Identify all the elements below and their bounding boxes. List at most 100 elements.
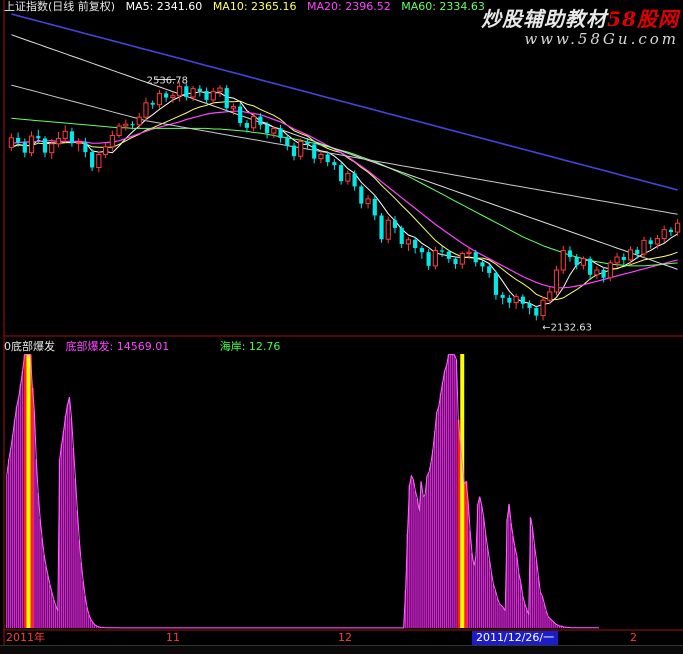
candle-body-down xyxy=(494,273,498,295)
indicator-bar xyxy=(88,615,89,628)
indicator-bar xyxy=(537,577,538,628)
indicator-bar xyxy=(422,497,423,628)
indicator-bar xyxy=(483,517,484,628)
candle-body-down xyxy=(258,117,262,125)
candle-body-up xyxy=(676,223,680,232)
indicator-bar xyxy=(16,407,17,628)
indicator-bar xyxy=(547,617,548,628)
indicator-bar xyxy=(496,598,497,628)
indicator-bar xyxy=(551,620,552,628)
indicator-bar xyxy=(53,600,54,628)
indicator-bar xyxy=(22,371,23,628)
candle-body-up xyxy=(231,106,235,108)
candle-body-down xyxy=(379,215,383,239)
coast-value: 海岸: 12.76 xyxy=(220,340,281,353)
indicator-bar xyxy=(61,444,62,628)
indicator-bar xyxy=(67,405,68,628)
indicator-name[interactable]: 0底部爆发 xyxy=(4,340,55,353)
indicator-bar xyxy=(493,585,494,628)
candle-body-down xyxy=(292,146,296,157)
candle-body-up xyxy=(103,147,107,155)
indicator-bar xyxy=(532,529,533,628)
candle-body-down xyxy=(164,93,168,97)
watermark: 炒股辅助教材58股网 www.58Gu.com xyxy=(481,3,679,48)
indicator-bar xyxy=(45,566,46,628)
indicator-bar xyxy=(72,448,73,628)
candle-body-down xyxy=(36,136,40,138)
indicator-bar xyxy=(20,384,21,628)
indicator-bar xyxy=(69,397,70,628)
indicator-bar xyxy=(543,604,544,628)
candle-body-down xyxy=(420,248,424,252)
candle-body-up xyxy=(157,93,161,104)
candle-body-up xyxy=(406,240,410,244)
candle-body-down xyxy=(521,297,525,304)
candle-body-up xyxy=(124,124,128,126)
indicator-bar xyxy=(498,604,499,628)
indicator-value: 底部爆发: 14569.01 xyxy=(66,340,170,353)
candle-body-up xyxy=(642,240,646,254)
indicator-bar xyxy=(534,545,535,628)
ma5-label: MA5: 2341.60 xyxy=(126,0,203,13)
watermark-title: 炒股辅助教材58股网 xyxy=(481,3,679,32)
price-panel-header: 上证指数(日线 前复权) MA5: 2341.60 MA10: 2365.16 … xyxy=(4,0,492,14)
candle-body-down xyxy=(480,262,484,266)
candle-body-up xyxy=(97,154,101,167)
candle-body-up xyxy=(117,126,121,135)
candle-body-up xyxy=(608,263,612,278)
candle-body-down xyxy=(151,103,155,105)
indicator-bar xyxy=(502,607,503,628)
candle-body-down xyxy=(278,128,282,137)
indicator-bar xyxy=(442,382,443,628)
indicator-bar xyxy=(508,504,509,628)
indicator-bar xyxy=(80,562,81,628)
candle-body-up xyxy=(662,230,666,239)
indicator-bar xyxy=(8,459,9,628)
candle-body-up xyxy=(299,141,303,156)
ma10-line xyxy=(11,101,677,300)
indicator-bar xyxy=(76,510,77,628)
candle-body-up xyxy=(252,117,256,128)
candle-body-up xyxy=(655,239,659,244)
indicator-bar xyxy=(512,536,513,628)
candle-body-up xyxy=(178,86,182,95)
candle-body-down xyxy=(427,252,431,266)
indicator-bar xyxy=(10,448,11,628)
indicator-bar xyxy=(487,547,488,628)
candle-body-down xyxy=(400,228,404,244)
indicator-highlight-center xyxy=(26,354,30,628)
candle-body-up xyxy=(110,135,114,146)
indicator-bar xyxy=(86,607,87,628)
indicator-bar xyxy=(70,418,71,628)
candle-body-down xyxy=(359,186,363,203)
candle-body-down xyxy=(507,298,511,303)
indicator-bar xyxy=(55,605,56,628)
candle-body-down xyxy=(130,124,134,125)
candle-body-up xyxy=(171,96,175,98)
indicator-bar xyxy=(63,431,64,628)
candle-body-up xyxy=(366,199,370,204)
ma5-line xyxy=(11,92,677,307)
candle-body-down xyxy=(669,230,673,232)
candle-body-down xyxy=(393,220,397,228)
chart-canvas[interactable]: 2536.78←2132.63 xyxy=(0,0,683,653)
candle-body-down xyxy=(447,252,451,259)
date-axis: 2011年 11 12 2 xyxy=(0,631,683,645)
indicator-bar xyxy=(526,609,527,628)
indicator-bar xyxy=(33,410,34,628)
indicator-bar xyxy=(51,592,52,628)
candle-body-down xyxy=(453,259,457,264)
candle-body-down xyxy=(602,270,606,278)
candle-body-down xyxy=(23,143,27,153)
candle-body-up xyxy=(433,250,437,265)
candle-body-up xyxy=(346,173,350,181)
candle-body-down xyxy=(16,138,20,143)
indicator-bar xyxy=(479,497,480,628)
indicator-bar xyxy=(446,365,447,628)
indicator-bar xyxy=(448,355,449,628)
indicator-header: 0底部爆发 底部爆发: 14569.01 海岸: 12.76 xyxy=(4,340,287,354)
candle-body-up xyxy=(50,144,54,153)
indicator-bar xyxy=(90,620,91,628)
candle-body-up xyxy=(137,117,141,125)
candle-body-down xyxy=(622,257,626,260)
